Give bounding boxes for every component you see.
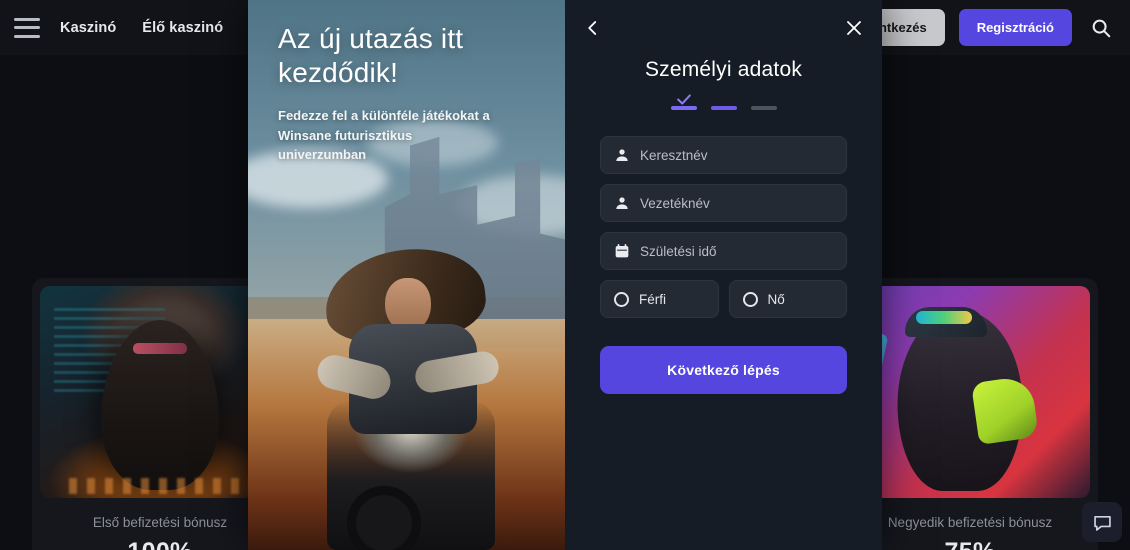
birth-date-field[interactable]: Születési idő: [600, 232, 847, 270]
motorcycle-rider-illustration: [297, 220, 517, 550]
gender-option-female[interactable]: Nő: [728, 280, 847, 318]
hamburger-menu-icon[interactable]: [14, 17, 40, 38]
form-title: Személyi adatok: [644, 58, 803, 81]
check-icon: [676, 92, 691, 105]
radio-icon: [614, 291, 629, 307]
radio-icon: [742, 291, 758, 307]
form-fields: Keresztnév Vezetéknév Születési idő: [600, 136, 847, 270]
bonus-card-caption: Első befizetési bónusz: [92, 515, 228, 530]
last-name-field[interactable]: Vezetéknév: [600, 184, 847, 222]
promo-panel: Az új utazás itt kezdődik! Fedezze fel a…: [248, 0, 565, 550]
promo-title: Az új utazás itt kezdődik!: [278, 23, 464, 89]
nav-item-live-casino[interactable]: Élő kaszinó: [142, 20, 223, 36]
gender-male-label: Férfi: [639, 291, 666, 307]
bonus-card-artwork: [40, 286, 280, 498]
search-icon[interactable]: [1086, 13, 1116, 43]
bonus-card-caption: Negyedik befizetési bónusz: [887, 515, 1053, 530]
calendar-icon: [614, 243, 630, 259]
birth-date-placeholder: Születési idő: [640, 243, 717, 259]
user-icon: [614, 147, 630, 163]
last-name-placeholder: Vezetéknév: [640, 195, 710, 211]
register-button[interactable]: Regisztráció: [958, 9, 1072, 46]
user-icon: [614, 195, 630, 211]
step-indicator: [600, 94, 847, 110]
bonus-card-amount: 100%: [40, 530, 280, 550]
chat-bubble-icon[interactable]: [1082, 502, 1122, 542]
gender-female-label: Nő: [767, 291, 785, 307]
chevron-left-icon[interactable]: [577, 12, 609, 44]
app-root: Kaszinó Élő kaszinó Sport Bejelentkezés …: [0, 0, 1130, 550]
nav-item-casino[interactable]: Kaszinó: [60, 20, 116, 36]
first-name-placeholder: Keresztnév: [640, 147, 708, 163]
close-icon[interactable]: [838, 12, 870, 44]
bonus-card-amount: 75%: [850, 530, 1090, 550]
gender-selector: Férfi Nő: [600, 280, 847, 318]
first-name-field[interactable]: Keresztnév: [600, 136, 847, 174]
promo-subtitle: Fedezze fel a különféle játékokat a Wins…: [278, 108, 490, 163]
form-panel: Személyi adatok Keresztnév Vezetéknév Sz…: [565, 0, 882, 550]
step-2-active[interactable]: [710, 106, 737, 110]
next-step-button[interactable]: Következő lépés: [600, 346, 847, 394]
registration-modal: Az új utazás itt kezdődik! Fedezze fel a…: [248, 0, 882, 550]
bonus-card-artwork: [850, 286, 1090, 498]
step-3-pending[interactable]: [750, 106, 777, 110]
step-1-completed[interactable]: [670, 94, 697, 110]
promo-text-block: Az új utazás itt kezdődik! Fedezze fel a…: [278, 22, 547, 165]
gender-option-male[interactable]: Férfi: [600, 280, 719, 318]
